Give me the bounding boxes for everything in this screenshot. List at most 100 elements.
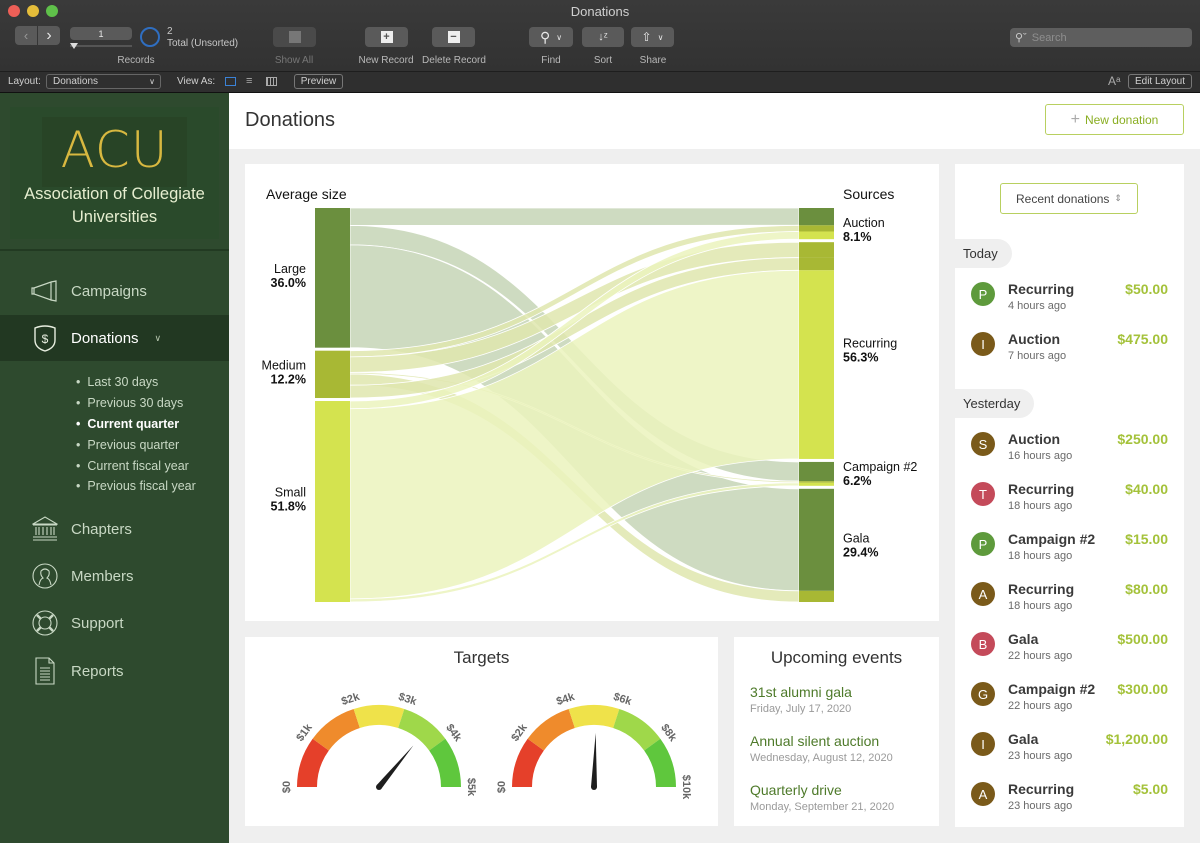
sort-az-icon: ↓ᶻ <box>598 31 608 43</box>
event-name[interactable]: Annual silent auction <box>750 733 879 749</box>
donation-time: 18 hours ago <box>1008 500 1073 512</box>
donation-source: Gala <box>1008 731 1039 747</box>
layout-select[interactable]: Donations ∨ <box>46 74 161 89</box>
next-record-button[interactable]: › <box>38 26 60 45</box>
record-slider[interactable] <box>70 45 132 47</box>
delete-record-button[interactable]: − <box>432 27 475 47</box>
new-donation-button[interactable]: + New donation <box>1045 104 1184 135</box>
sidebar-divider <box>0 249 229 251</box>
event-date: Monday, September 21, 2020 <box>750 801 895 813</box>
sidebar-item-chapters[interactable]: Chapters <box>0 506 229 552</box>
gauge-tick-label: $10k <box>680 775 692 800</box>
record-total: 2 <box>167 26 173 37</box>
plus-square-icon: + <box>380 31 393 43</box>
sidebar-item-reports[interactable]: Reports <box>0 648 229 694</box>
form-view-icon[interactable] <box>225 77 236 86</box>
sub-item-last-30-days[interactable]: Last 30 days <box>76 375 158 389</box>
donation-item[interactable]: I Gala 23 hours ago $1,200.00 <box>955 729 1184 779</box>
sidebar-item-label: Reports <box>71 662 124 680</box>
minus-square-icon: − <box>447 31 460 43</box>
sidebar: ACU Association of Collegiate Universiti… <box>0 93 229 843</box>
table-view-icon[interactable] <box>266 77 277 86</box>
donation-item[interactable]: A Recurring 23 hours ago $5.00 <box>955 779 1184 829</box>
donation-item[interactable]: P Campaign #2 18 hours ago $15.00 <box>955 529 1184 579</box>
org-name: Association of Collegiate Universities <box>24 185 205 226</box>
donation-item[interactable]: G Campaign #2 22 hours ago $300.00 <box>955 679 1184 729</box>
donation-source: Auction <box>1008 331 1061 347</box>
sankey-left-title: Average size <box>266 186 347 202</box>
page-header: Donations + New donation <box>229 93 1200 149</box>
sankey-left-pct: 51.8% <box>271 500 306 514</box>
donation-source: Campaign #2 <box>1008 531 1096 547</box>
gauge-needle <box>591 733 597 788</box>
sidebar-item-members[interactable]: Members <box>0 553 229 599</box>
document-icon <box>30 656 60 686</box>
magnifier-icon: ⚲ <box>539 28 551 45</box>
main-content: Donations + New donation Average size So… <box>229 93 1200 843</box>
sidebar-item-donations[interactable]: $ Donations ∨ <box>0 315 229 361</box>
gauge-2: $0$2k$4k $6k$8k$10k <box>496 691 692 801</box>
avatar: B <box>971 632 995 656</box>
event-name[interactable]: Quarterly drive <box>750 782 842 798</box>
sankey-node-small[interactable] <box>315 401 350 602</box>
sidebar-item-support[interactable]: Support <box>0 600 229 646</box>
list-view-icon[interactable]: ≡ <box>246 75 252 87</box>
sub-item-current-fiscal-year[interactable]: Current fiscal year <box>76 459 188 473</box>
sub-item-previous-30-days[interactable]: Previous 30 days <box>76 396 183 410</box>
donation-item[interactable]: A Recurring 18 hours ago $80.00 <box>955 579 1184 629</box>
sankey-left-pct: 12.2% <box>271 372 306 386</box>
lifebuoy-icon <box>30 608 60 638</box>
show-all-icon <box>288 31 301 43</box>
donation-time: 18 hours ago <box>1008 550 1073 562</box>
show-all-button[interactable] <box>273 27 316 47</box>
sub-item-previous-fiscal-year[interactable]: Previous fiscal year <box>76 479 195 493</box>
avatar: S <box>971 432 995 456</box>
record-status: Total (Unsorted) <box>167 38 239 49</box>
gauge-tick-label: $5k <box>465 778 477 797</box>
sankey-link-large-auction[interactable] <box>349 207 800 226</box>
sidebar-item-campaigns[interactable]: Campaigns <box>0 268 229 314</box>
sankey-right-pct: 29.4% <box>843 545 878 559</box>
prev-record-button[interactable]: ‹ <box>15 26 37 45</box>
event-name[interactable]: 31st alumni gala <box>750 684 852 700</box>
targets-card: Targets $0 $1k $2k $3k $4k $5k $0 $2k $4k $6k $8k $… <box>245 637 718 826</box>
gauge-needle-hub <box>376 784 382 790</box>
gauge-band <box>568 705 620 729</box>
donation-item[interactable]: T Recurring 18 hours ago $40.00 <box>955 479 1184 529</box>
sub-item-previous-quarter[interactable]: Previous quarter <box>76 438 179 452</box>
gauge-needle-hub <box>591 784 597 790</box>
donation-source: Recurring <box>1008 481 1075 497</box>
preview-button[interactable]: Preview <box>294 74 343 89</box>
edit-layout-button[interactable]: Edit Layout <box>1128 74 1192 89</box>
view-as-label: View As: <box>177 76 216 87</box>
new-record-button[interactable]: + <box>365 27 408 47</box>
share-button[interactable]: ⇧ ∨ <box>631 27 674 47</box>
search-field[interactable]: ⚲ˇ Search <box>1010 28 1192 47</box>
donation-time: 4 hours ago <box>1008 300 1067 312</box>
sub-item-current-quarter[interactable]: Current quarter <box>76 417 179 431</box>
sort-button[interactable]: ↓ᶻ <box>582 27 624 47</box>
sankey-node-large[interactable] <box>315 208 350 348</box>
donation-item[interactable]: B Gala 22 hours ago $500.00 <box>955 629 1184 679</box>
donation-item[interactable]: S Auction 16 hours ago $250.00 <box>955 429 1184 479</box>
donation-amount: $80.00 <box>1125 581 1168 597</box>
sankey-node-medium[interactable] <box>315 350 350 399</box>
record-number-field[interactable]: 1 <box>70 27 132 40</box>
sankey-right-label: Recurring <box>843 337 897 351</box>
donation-item[interactable]: P Recurring 4 hours ago $50.00 <box>955 279 1184 329</box>
gauge-band <box>353 705 405 729</box>
gauge-needle <box>376 745 414 789</box>
avatar: A <box>971 782 995 806</box>
record-slider-handle[interactable] <box>70 43 78 49</box>
day-group-yesterday: Yesterday <box>955 389 1035 418</box>
sankey-left-label: Small <box>275 486 306 500</box>
sidebar-item-label: Members <box>71 567 134 585</box>
avatar: I <box>971 332 995 356</box>
font-size-icon[interactable]: Aᵃ <box>1108 74 1120 88</box>
donation-amount: $300.00 <box>1117 681 1168 697</box>
avatar: A <box>971 582 995 606</box>
recent-donations-select[interactable]: Recent donations ⇕ <box>1000 183 1138 214</box>
page-title: Donations <box>245 109 336 131</box>
donation-item[interactable]: I Auction 7 hours ago $475.00 <box>955 329 1184 379</box>
find-button[interactable]: ⚲ ∨ <box>529 27 573 47</box>
